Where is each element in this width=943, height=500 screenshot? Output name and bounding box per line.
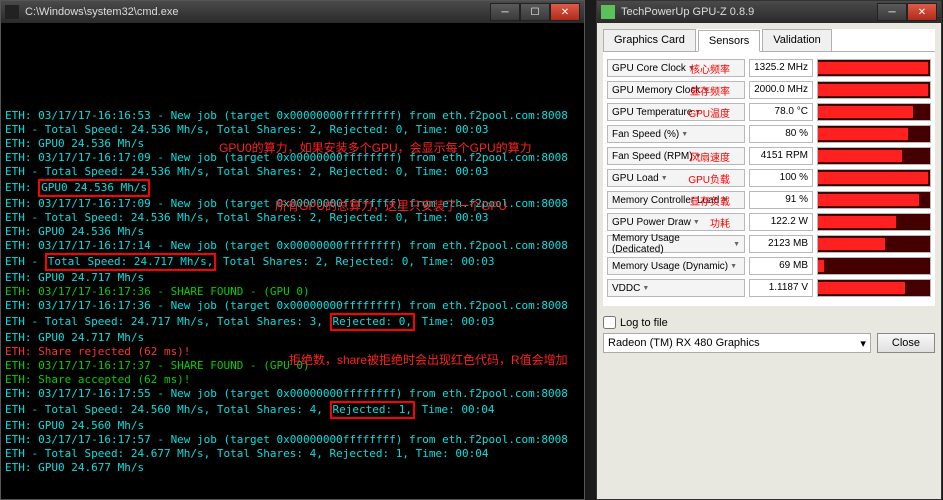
- cmd-line: ETH - Total Speed: 24.717 Mh/s, Total Sh…: [5, 313, 580, 331]
- sensor-sparkline: [817, 81, 931, 99]
- sensor-value: 2123 MB: [749, 235, 813, 253]
- sensor-row: GPU Memory Clock显存频率▼2000.0 MHz: [607, 80, 931, 100]
- maximize-button[interactable]: ☐: [520, 3, 550, 21]
- sensor-sparkline: [817, 257, 931, 275]
- gpu-select-value: Radeon (TM) RX 480 Graphics: [608, 337, 760, 349]
- sensor-row: GPU Core Clock核心频率▼1325.2 MHz: [607, 58, 931, 78]
- sensor-label[interactable]: GPU Core Clock核心频率▼: [607, 59, 745, 77]
- annotation-total: 所有GPU的总算力，这里只安装了一个GPU: [275, 199, 507, 213]
- sensor-value: 100 %: [749, 169, 813, 187]
- sensor-value: 1.1187 V: [749, 279, 813, 297]
- gpuz-titlebar[interactable]: TechPowerUp GPU-Z 0.8.9 ─ ✕: [597, 1, 941, 23]
- cmd-line: ETH: GPU0 24.536 Mh/s: [5, 225, 580, 239]
- cmd-window: C:\Windows\system32\cmd.exe ─ ☐ ✕ ETH: 0…: [0, 0, 585, 500]
- sensor-row: Memory Usage (Dynamic)▼69 MB: [607, 256, 931, 276]
- cmd-line: ETH: 03/17/17-16:16:53 - New job (target…: [5, 109, 580, 123]
- sensor-sparkline: [817, 169, 931, 187]
- sensor-label[interactable]: VDDC▼: [607, 279, 745, 297]
- sensor-value: 122.2 W: [749, 213, 813, 231]
- cmd-line: ETH: Share accepted (62 ms)!: [5, 373, 580, 387]
- sensor-row: Memory Controller Load显存负载▼91 %: [607, 190, 931, 210]
- sensor-row: Fan Speed (RPM)风扇速度▼4151 RPM: [607, 146, 931, 166]
- sensor-row: Fan Speed (%)▼80 %: [607, 124, 931, 144]
- sensor-row: GPU TemperatureGPU温度▼78.0 °C: [607, 102, 931, 122]
- close-panel-button[interactable]: Close: [877, 333, 935, 353]
- cmd-line: ETH - Total Speed: 24.560 Mh/s, Total Sh…: [5, 401, 580, 419]
- sensor-sparkline: [817, 125, 931, 143]
- cmd-line: ETH: GPU0 24.677 Mh/s: [5, 461, 580, 475]
- tab-graphics-card[interactable]: Graphics Card: [603, 29, 696, 51]
- sensor-value: 2000.0 MHz: [749, 81, 813, 99]
- cmd-icon: [5, 5, 19, 19]
- sensor-label[interactable]: Memory Usage (Dedicated)▼: [607, 235, 745, 253]
- sensor-sparkline: [817, 279, 931, 297]
- sensor-value: 91 %: [749, 191, 813, 209]
- cmd-line: ETH: GPU0 24.717 Mh/s: [5, 271, 580, 285]
- cmd-line: ETH - Total Speed: 24.536 Mh/s, Total Sh…: [5, 123, 580, 137]
- sensor-sparkline: [817, 103, 931, 121]
- sensor-sparkline: [817, 191, 931, 209]
- gpuz-tabs: Graphics Card Sensors Validation: [603, 29, 935, 52]
- sensor-label[interactable]: GPU TemperatureGPU温度▼: [607, 103, 745, 121]
- sensor-label[interactable]: GPU Memory Clock显存频率▼: [607, 81, 745, 99]
- gpuz-sensor-panel: GPU Core Clock核心频率▼1325.2 MHzGPU Memory …: [603, 52, 935, 306]
- cmd-line: ETH - Total Speed: 24.536 Mh/s, Total Sh…: [5, 165, 580, 179]
- annotation-gpu0: GPU0的算力，如果安装多个GPU，会显示每个GPU的算力: [219, 141, 532, 155]
- cmd-line: ETH - Total Speed: 24.536 Mh/s, Total Sh…: [5, 211, 580, 225]
- sensor-row: GPU LoadGPU负载▼100 %: [607, 168, 931, 188]
- tab-validation[interactable]: Validation: [762, 29, 832, 51]
- minimize-button[interactable]: ─: [490, 3, 520, 21]
- sensor-value: 4151 RPM: [749, 147, 813, 165]
- cmd-line: ETH: GPU0 24.717 Mh/s: [5, 331, 580, 345]
- sensor-row: Memory Usage (Dedicated)▼2123 MB: [607, 234, 931, 254]
- sensor-label[interactable]: Memory Controller Load显存负载▼: [607, 191, 745, 209]
- sensor-label[interactable]: Fan Speed (RPM)风扇速度▼: [607, 147, 745, 165]
- cmd-line: ETH: GPU0 24.560 Mh/s: [5, 419, 580, 433]
- gpuz-title: TechPowerUp GPU-Z 0.8.9: [621, 6, 877, 18]
- sensor-sparkline: [817, 59, 931, 77]
- cmd-line: ETH: 03/17/17-16:17:36 - New job (target…: [5, 299, 580, 313]
- sensor-value: 78.0 °C: [749, 103, 813, 121]
- cmd-line: ETH: 03/17/17-16:17:14 - New job (target…: [5, 239, 580, 253]
- cmd-line: ETH: 03/17/17-16:17:36 - SHARE FOUND - (…: [5, 285, 580, 299]
- sensor-row: VDDC▼1.1187 V: [607, 278, 931, 298]
- gpuz-minimize-button[interactable]: ─: [877, 3, 907, 21]
- cmd-titlebar[interactable]: C:\Windows\system32\cmd.exe ─ ☐ ✕: [1, 1, 584, 23]
- annotation-rejected: 拒绝数，share被拒绝时会出现红色代码，R值会增加: [289, 353, 568, 367]
- sensor-sparkline: [817, 213, 931, 231]
- tab-sensors[interactable]: Sensors: [698, 30, 760, 52]
- sensor-value: 69 MB: [749, 257, 813, 275]
- cmd-line: ETH: GPU0 24.536 Mh/s: [5, 179, 580, 197]
- cmd-title: C:\Windows\system32\cmd.exe: [25, 6, 490, 18]
- gpuz-icon: [601, 5, 615, 19]
- log-label: Log to file: [620, 317, 668, 329]
- cmd-line: ETH: 03/17/17-16:17:57 - New job (target…: [5, 433, 580, 447]
- sensor-sparkline: [817, 147, 931, 165]
- sensor-label[interactable]: Memory Usage (Dynamic)▼: [607, 257, 745, 275]
- sensor-value: 1325.2 MHz: [749, 59, 813, 77]
- sensor-value: 80 %: [749, 125, 813, 143]
- cmd-output: ETH: 03/17/17-16:16:53 - New job (target…: [1, 23, 584, 499]
- cmd-line: ETH - Total Speed: 24.677 Mh/s, Total Sh…: [5, 447, 580, 461]
- sensor-label[interactable]: Fan Speed (%)▼: [607, 125, 745, 143]
- gpuz-window: TechPowerUp GPU-Z 0.8.9 ─ ✕ Graphics Car…: [596, 0, 942, 500]
- sensor-label[interactable]: GPU LoadGPU负载▼: [607, 169, 745, 187]
- chevron-down-icon: ▾: [860, 337, 866, 350]
- cmd-line: ETH - Total Speed: 24.717 Mh/s, Total Sh…: [5, 253, 580, 271]
- sensor-row: GPU Power Draw功耗▼122.2 W: [607, 212, 931, 232]
- gpuz-close-button[interactable]: ✕: [907, 3, 937, 21]
- log-to-file-checkbox[interactable]: Log to file: [603, 316, 668, 329]
- close-button[interactable]: ✕: [550, 3, 580, 21]
- cmd-line: ETH: 03/17/17-16:17:55 - New job (target…: [5, 387, 580, 401]
- sensor-label[interactable]: GPU Power Draw功耗▼: [607, 213, 745, 231]
- gpu-select[interactable]: Radeon (TM) RX 480 Graphics ▾: [603, 333, 871, 353]
- sensor-sparkline: [817, 235, 931, 253]
- log-checkbox-input[interactable]: [603, 316, 616, 329]
